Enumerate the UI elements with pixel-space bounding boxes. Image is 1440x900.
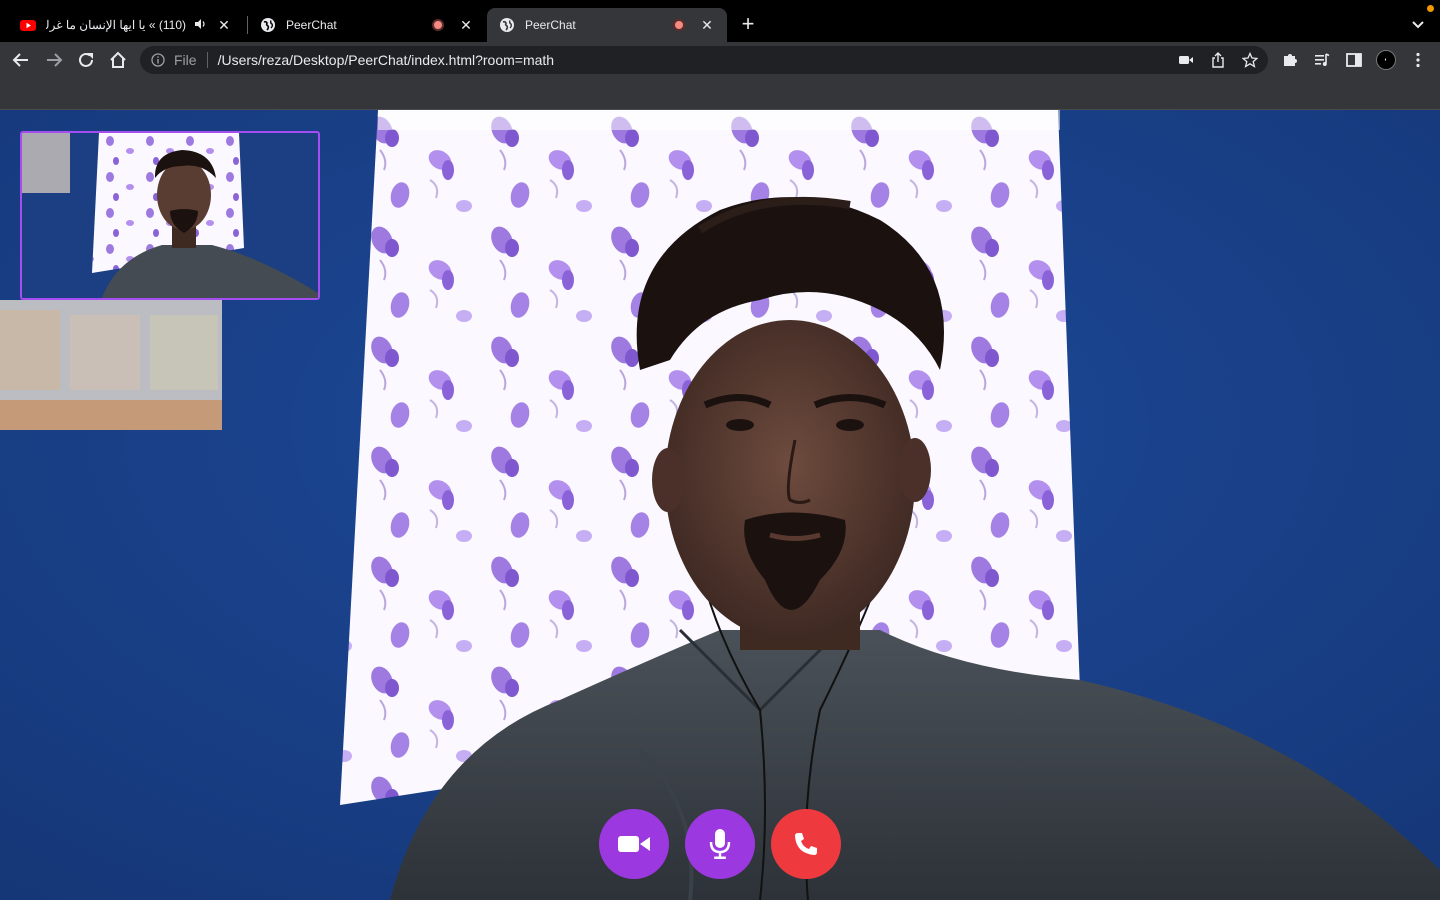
arrow-left-icon (12, 53, 28, 67)
globe-icon (499, 17, 515, 33)
reload-icon (79, 52, 93, 67)
chevron-down-icon (1412, 21, 1424, 29)
bookmark-bar (0, 78, 1440, 110)
close-tab-icon[interactable]: ✕ (699, 17, 715, 33)
playlist-music-icon (1315, 53, 1330, 66)
address-bar[interactable]: File /Users/reza/Desktop/PeerChat/index.… (140, 46, 1268, 74)
tab-peerchat-1[interactable]: PeerChat ✕ (248, 8, 486, 42)
tab-title: PeerChat (286, 18, 337, 32)
tab-search-button[interactable] (1408, 14, 1428, 34)
microphone-icon (709, 829, 731, 859)
kebab-menu-icon (1416, 52, 1420, 68)
forward-button[interactable] (42, 48, 66, 72)
recording-indicator-icon (432, 19, 444, 31)
globe-icon (260, 17, 276, 33)
reload-button[interactable] (74, 48, 98, 72)
tab-strip: (110) » يا ايها الإنسان ما غرك بـ ✕ Peer… (0, 0, 1440, 42)
remote-video (20, 131, 320, 300)
bookmark-star-icon[interactable] (1240, 50, 1260, 70)
divider (206, 52, 208, 68)
media-controls-button[interactable] (1310, 48, 1334, 72)
phone-hangup-icon (795, 833, 817, 855)
tab-title: (110) » يا ايها الإنسان ما غرك بـ (46, 18, 186, 32)
home-button[interactable] (106, 48, 130, 72)
url-scheme-label: File (174, 52, 197, 68)
browser-toolbar: File /Users/reza/Desktop/PeerChat/index.… (0, 42, 1440, 78)
tab-peerchat-2[interactable]: PeerChat ✕ (487, 8, 727, 42)
side-panel-button[interactable] (1342, 48, 1366, 72)
extensions-button[interactable] (1278, 48, 1302, 72)
share-icon[interactable] (1208, 50, 1228, 70)
call-controls (599, 809, 841, 880)
remote-video-feed (22, 133, 318, 298)
leave-call-button[interactable] (771, 809, 841, 879)
home-icon (110, 51, 126, 68)
new-tab-button[interactable]: + (738, 13, 758, 35)
youtube-icon (20, 17, 36, 33)
arrow-right-icon (47, 53, 63, 67)
close-tab-icon[interactable]: ✕ (458, 17, 474, 33)
back-button[interactable] (9, 48, 33, 72)
info-icon[interactable] (150, 52, 166, 68)
close-tab-icon[interactable]: ✕ (216, 17, 232, 33)
profile-avatar[interactable]: ◐ (1376, 50, 1396, 70)
mic-toggle-button[interactable] (685, 809, 755, 879)
puzzle-icon (1284, 54, 1297, 66)
video-camera-icon (618, 836, 650, 852)
camera-in-use-icon[interactable] (1176, 50, 1196, 70)
side-panel-icon (1346, 53, 1362, 67)
url-text[interactable]: /Users/reza/Desktop/PeerChat/index.html?… (218, 52, 555, 68)
camera-toggle-button[interactable] (599, 809, 669, 879)
menu-button[interactable] (1406, 48, 1430, 72)
tab-title: PeerChat (525, 18, 576, 32)
speaker-icon[interactable] (194, 18, 206, 33)
update-indicator (1427, 5, 1434, 12)
video-call-stage (0, 110, 1440, 900)
recording-indicator-icon (673, 19, 685, 31)
tab-youtube[interactable]: (110) » يا ايها الإنسان ما غرك بـ ✕ (8, 8, 244, 42)
